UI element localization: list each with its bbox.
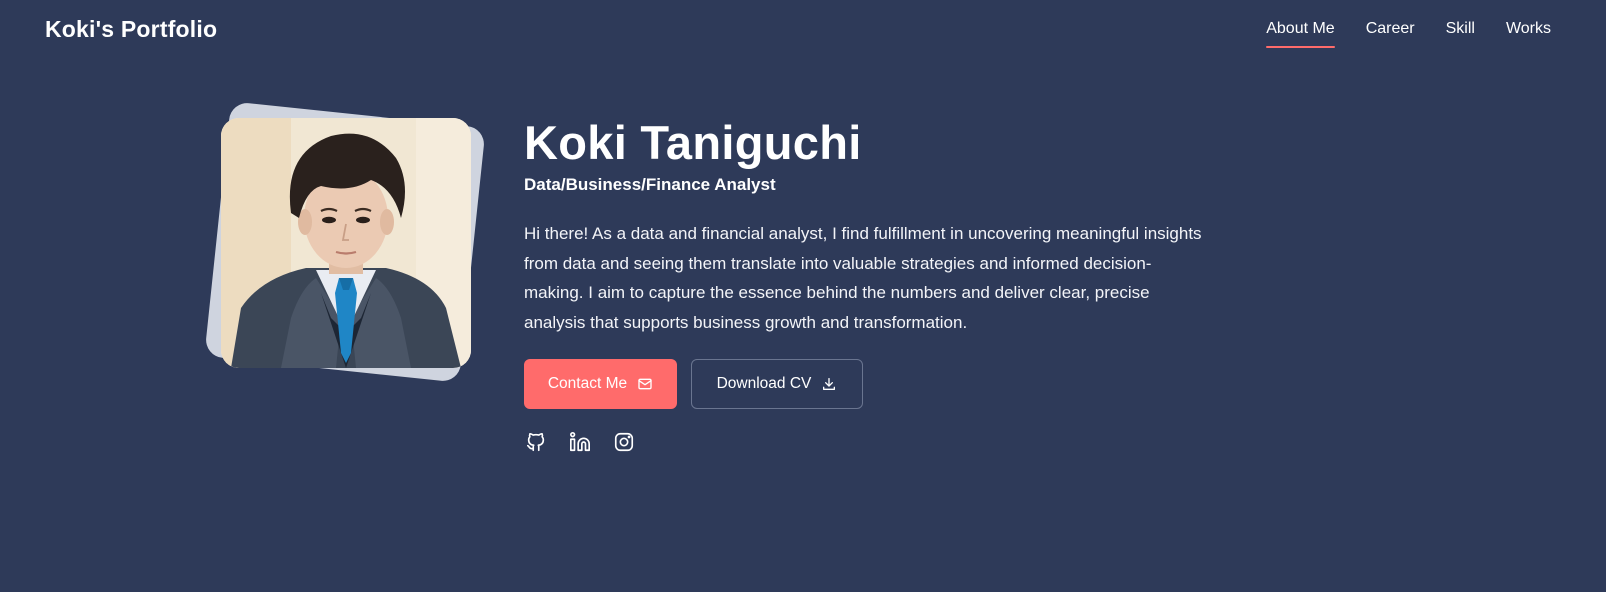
download-cv-label: Download CV — [716, 375, 812, 392]
profile-photo-illustration — [221, 118, 471, 368]
nav-item-about-me[interactable]: About Me — [1266, 20, 1336, 48]
nav-links: About Me Career Skill Works — [1266, 20, 1551, 48]
contact-me-button[interactable]: Contact Me — [524, 359, 677, 409]
navbar: Koki's Portfolio About Me Career Skill W… — [0, 0, 1606, 60]
hero-name: Koki Taniguchi — [524, 116, 862, 169]
nav-item-skill[interactable]: Skill — [1446, 20, 1475, 48]
profile-photo-frame — [204, 101, 486, 383]
github-icon[interactable] — [525, 431, 549, 455]
contact-me-label: Contact Me — [547, 375, 628, 392]
hero-role: Data/Business/Finance Analyst — [524, 175, 776, 194]
mail-icon — [637, 376, 653, 392]
nav-item-works[interactable]: Works — [1506, 20, 1551, 48]
hero-buttons: Contact Me Download CV — [524, 359, 1224, 409]
download-icon — [821, 376, 837, 392]
hero-description: Hi there! As a data and financial analys… — [524, 224, 1202, 332]
nav-item-career[interactable]: Career — [1366, 20, 1415, 48]
download-cv-button[interactable]: Download CV — [691, 359, 863, 409]
instagram-icon[interactable] — [613, 431, 637, 455]
profile-photo — [221, 118, 471, 368]
site-brand[interactable]: Koki's Portfolio — [45, 16, 217, 43]
hero-section: Koki Taniguchi Data/Business/Finance Ana… — [524, 114, 1224, 455]
social-links — [525, 431, 1224, 455]
linkedin-icon[interactable] — [569, 431, 593, 455]
